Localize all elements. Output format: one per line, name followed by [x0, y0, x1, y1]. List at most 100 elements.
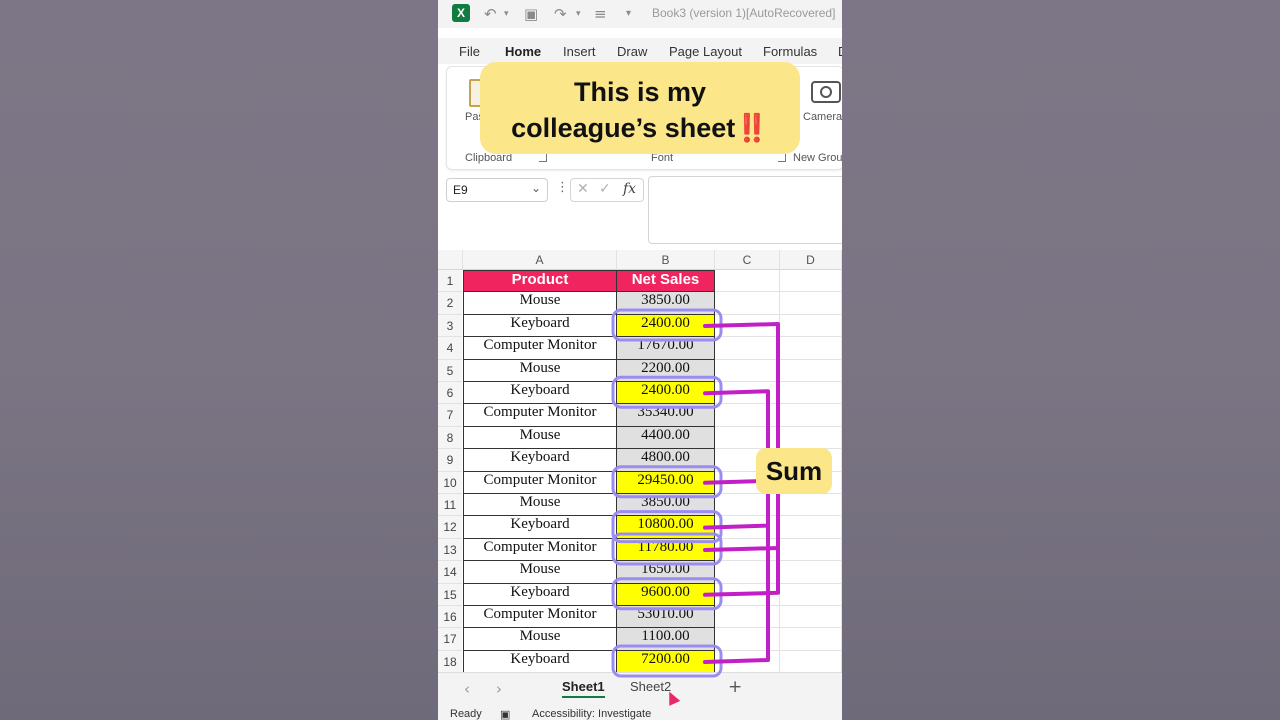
cell-product[interactable]: Computer Monitor: [463, 404, 617, 427]
customize-toolbar-icon[interactable]: ▾: [626, 8, 631, 19]
cell-d[interactable]: [780, 628, 842, 651]
excel-icon[interactable]: X: [452, 4, 470, 22]
cell-d[interactable]: [780, 583, 842, 606]
row-header[interactable]: 16: [438, 606, 462, 629]
cell-product[interactable]: Mouse: [463, 426, 617, 450]
cell-product[interactable]: Mouse: [463, 494, 617, 517]
cell-d[interactable]: [780, 270, 842, 293]
cell-product[interactable]: Computer Monitor: [463, 606, 617, 629]
cell-d[interactable]: [780, 382, 842, 405]
cell-product[interactable]: Keyboard: [463, 449, 617, 472]
tab-formulas[interactable]: Formulas: [763, 44, 817, 59]
enter-icon[interactable]: ✓: [599, 181, 611, 197]
cell-c[interactable]: [715, 426, 780, 450]
row-header[interactable]: 6: [438, 382, 462, 405]
cell-net-sales-highlighted[interactable]: 29450.00: [617, 471, 715, 494]
redo-dropdown-icon[interactable]: ▾: [576, 9, 581, 19]
cell-net-sales[interactable]: 3850.00: [617, 292, 715, 315]
cell-net-sales[interactable]: 1100.00: [617, 628, 715, 651]
row-header[interactable]: 14: [438, 561, 462, 584]
cell-c[interactable]: [715, 337, 780, 360]
cell-d[interactable]: [780, 337, 842, 360]
cell-product[interactable]: Computer Monitor: [463, 471, 617, 494]
cell-c[interactable]: [715, 561, 780, 584]
cell-product[interactable]: Keyboard: [463, 583, 617, 606]
cell-product[interactable]: Mouse: [463, 628, 617, 651]
cell-d[interactable]: [780, 516, 842, 539]
cell-c[interactable]: [715, 404, 780, 427]
tab-file[interactable]: File: [459, 44, 480, 59]
cell-net-sales[interactable]: 4400.00: [617, 426, 715, 450]
clipboard-expander-icon[interactable]: [539, 154, 547, 162]
cell-d[interactable]: [780, 404, 842, 427]
cell-c[interactable]: [715, 606, 780, 629]
tab-draw[interactable]: Draw: [617, 44, 647, 59]
cell-d[interactable]: [780, 426, 842, 450]
cell-net-sales[interactable]: 17670.00: [617, 337, 715, 360]
tab-insert[interactable]: Insert: [563, 44, 596, 59]
row-header[interactable]: 9: [438, 449, 462, 472]
row-header[interactable]: 2: [438, 292, 462, 315]
font-expander-icon[interactable]: [778, 154, 786, 162]
cell-net-sales[interactable]: 2200.00: [617, 359, 715, 382]
select-all-corner[interactable]: [438, 250, 463, 270]
sheet-tab-sheet2[interactable]: Sheet2: [630, 679, 671, 694]
cell-net-sales[interactable]: 35340.00: [617, 404, 715, 427]
cell-d[interactable]: [780, 359, 842, 382]
cell-c[interactable]: [715, 516, 780, 539]
cell-product[interactable]: Keyboard: [463, 314, 617, 338]
row-header[interactable]: 18: [438, 650, 462, 674]
cell-d[interactable]: [780, 606, 842, 629]
cancel-icon[interactable]: ✕: [577, 181, 589, 197]
cell-c[interactable]: [715, 650, 780, 674]
redo-icon[interactable]: ↷: [554, 5, 567, 23]
row-header[interactable]: 11: [438, 494, 462, 517]
column-header-b[interactable]: B: [617, 250, 715, 270]
cell-c[interactable]: [715, 270, 780, 293]
cell-c[interactable]: [715, 314, 780, 338]
row-header[interactable]: 15: [438, 583, 462, 606]
cell-product[interactable]: Keyboard: [463, 650, 617, 674]
header-product[interactable]: Product: [463, 270, 617, 293]
cell-c[interactable]: [715, 494, 780, 517]
align-icon[interactable]: ≡: [594, 5, 607, 23]
row-header[interactable]: 7: [438, 404, 462, 427]
add-sheet-icon[interactable]: +: [728, 677, 742, 697]
cell-net-sales[interactable]: 4800.00: [617, 449, 715, 472]
camera-icon[interactable]: [811, 81, 841, 103]
undo-dropdown-icon[interactable]: ▾: [504, 9, 509, 19]
cell-net-sales-highlighted[interactable]: 7200.00: [617, 650, 715, 674]
cell-product[interactable]: Mouse: [463, 359, 617, 382]
cell-product[interactable]: Computer Monitor: [463, 337, 617, 360]
cell-d[interactable]: [780, 538, 842, 562]
cell-product[interactable]: Keyboard: [463, 382, 617, 405]
save-icon[interactable]: ▣: [524, 5, 538, 23]
formula-input[interactable]: [648, 176, 842, 244]
header-net-sales[interactable]: Net Sales: [617, 270, 715, 293]
cell-net-sales-highlighted[interactable]: 11780.00: [617, 538, 715, 562]
row-header[interactable]: 4: [438, 337, 462, 360]
cell-d[interactable]: [780, 650, 842, 674]
cell-product[interactable]: Keyboard: [463, 516, 617, 539]
cell-product[interactable]: Mouse: [463, 561, 617, 584]
cell-net-sales[interactable]: 1650.00: [617, 561, 715, 584]
row-header[interactable]: 10: [438, 471, 462, 494]
cell-net-sales-highlighted[interactable]: 9600.00: [617, 583, 715, 606]
next-sheet-icon[interactable]: ›: [496, 680, 502, 698]
tab-data-partial[interactable]: D: [838, 44, 842, 59]
cell-net-sales-highlighted[interactable]: 10800.00: [617, 516, 715, 539]
cell-c[interactable]: [715, 538, 780, 562]
row-header[interactable]: 13: [438, 538, 462, 562]
row-header[interactable]: 3: [438, 314, 462, 338]
sheet-tab-sheet1[interactable]: Sheet1: [562, 679, 605, 698]
accessibility-status[interactable]: Accessibility: Investigate: [532, 708, 651, 720]
cell-net-sales-highlighted[interactable]: 2400.00: [617, 314, 715, 338]
cell-c[interactable]: [715, 583, 780, 606]
undo-icon[interactable]: ↶: [484, 5, 497, 23]
column-header-c[interactable]: C: [715, 250, 780, 270]
name-box[interactable]: E9 ⌄: [446, 178, 548, 202]
row-header[interactable]: 5: [438, 359, 462, 382]
insert-function-icon[interactable]: fx: [623, 181, 636, 197]
cell-net-sales[interactable]: 53010.00: [617, 606, 715, 629]
prev-sheet-icon[interactable]: ‹: [464, 680, 470, 698]
